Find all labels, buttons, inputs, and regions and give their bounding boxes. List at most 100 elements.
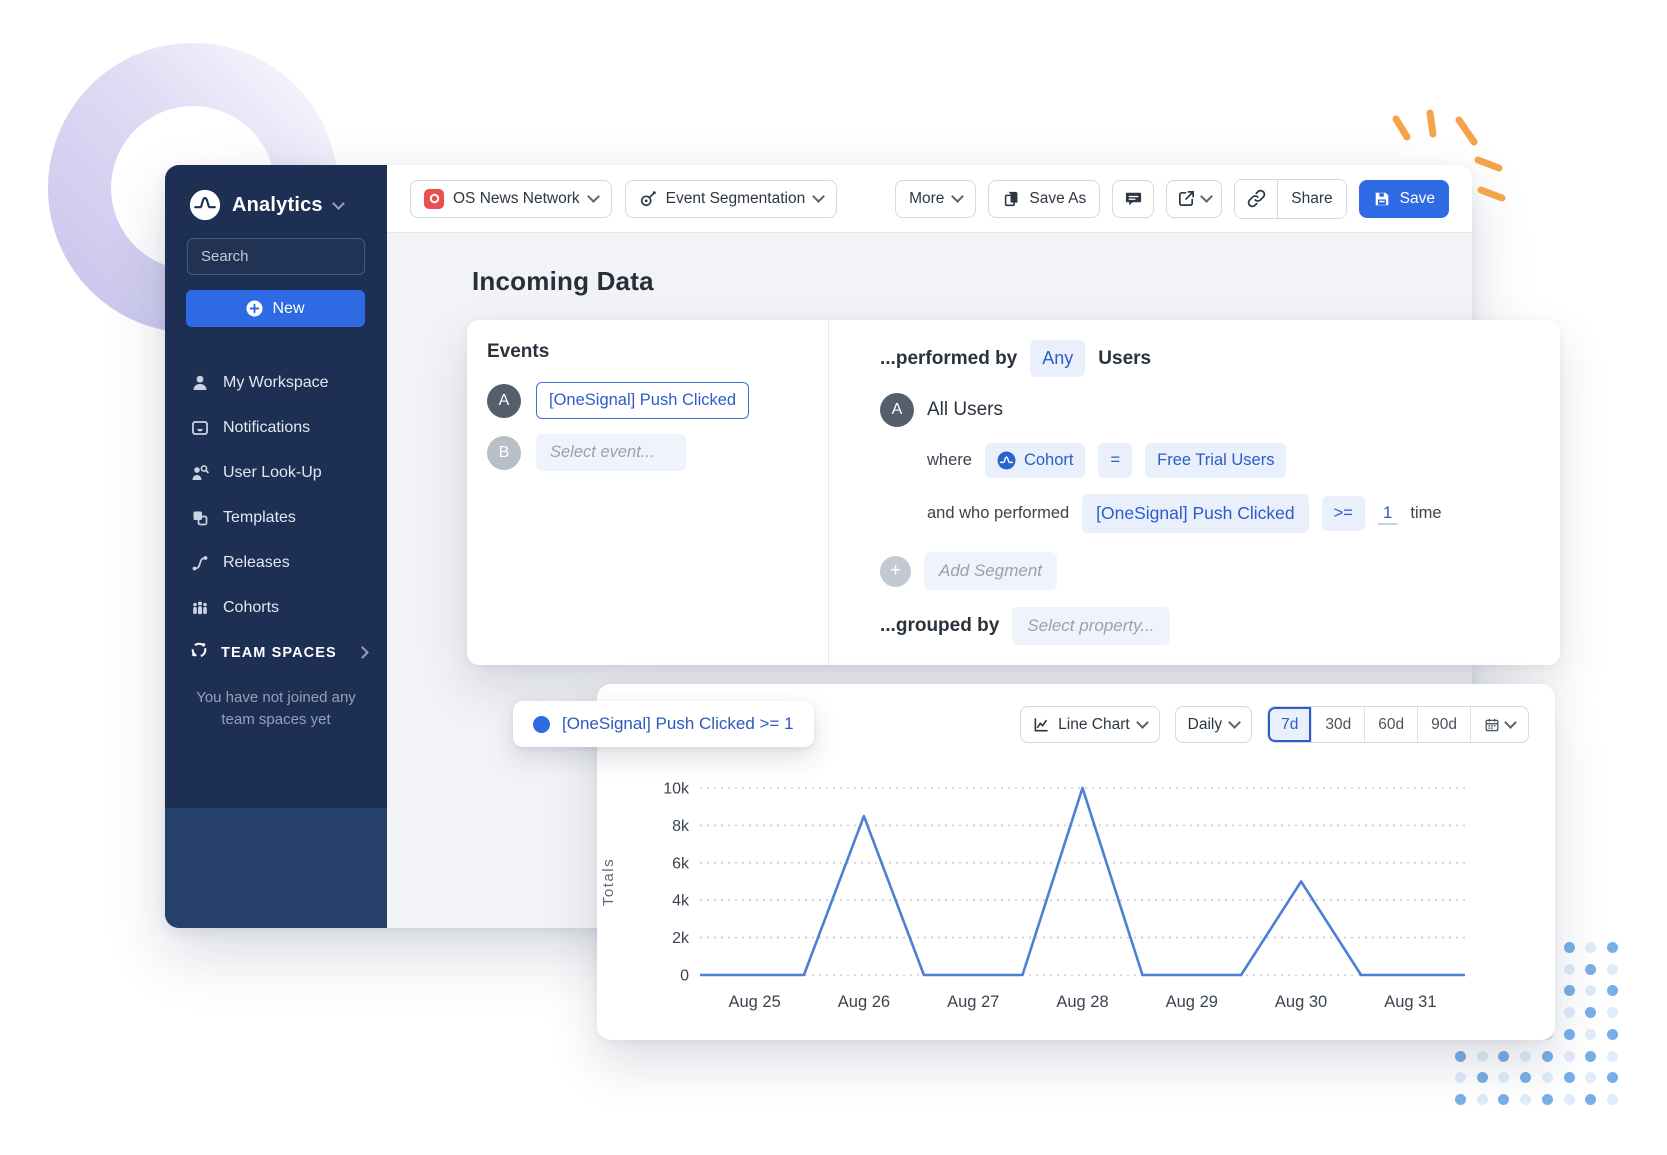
releases-icon	[190, 554, 209, 572]
svg-text:10k: 10k	[663, 781, 690, 798]
add-segment-button[interactable]: Add Segment	[924, 552, 1057, 590]
event-row-b: B Select event...	[487, 434, 808, 471]
sidebar-item-templates[interactable]: Templates	[165, 495, 387, 540]
comment-button[interactable]	[1112, 180, 1154, 218]
export-icon	[1177, 189, 1196, 208]
users-suffix: Users	[1098, 348, 1151, 370]
sidebar-item-my-workspace[interactable]: My Workspace	[165, 360, 387, 405]
search-input[interactable]	[199, 247, 402, 266]
svg-text:0: 0	[680, 968, 689, 985]
range-option-90d[interactable]: 90d	[1418, 707, 1471, 742]
share-button-group: Share	[1234, 179, 1346, 219]
count-value-input[interactable]: 1	[1378, 503, 1397, 525]
svg-text:Aug 28: Aug 28	[1056, 993, 1108, 1011]
user-icon	[190, 374, 209, 392]
performed-by-row: ...performed by Any Users	[880, 340, 1560, 377]
chevron-down-icon	[812, 190, 825, 203]
line-chart-icon	[1033, 716, 1050, 733]
sidebar-search[interactable]	[187, 238, 365, 275]
svg-text:6k: 6k	[672, 855, 690, 872]
sidebar-item-label: Notifications	[223, 419, 310, 437]
segmentation-icon	[639, 190, 657, 208]
events-heading: Events	[487, 341, 808, 363]
segment-panel: ...performed by Any Users A All Users wh…	[829, 320, 1560, 665]
cohort-value-chip[interactable]: Free Trial Users	[1145, 443, 1286, 478]
sidebar-item-label: User Look-Up	[223, 464, 322, 482]
where-label: where	[927, 451, 972, 470]
toolbar-right-group: More Save As	[895, 179, 1449, 219]
sidebar-item-cohorts[interactable]: Cohorts	[165, 585, 387, 630]
sidebar-footer-band	[165, 808, 387, 928]
sidebar-item-label: My Workspace	[223, 374, 329, 392]
cohorts-icon	[190, 599, 209, 617]
chevron-down-icon	[1228, 716, 1241, 729]
sidebar-item-releases[interactable]: Releases	[165, 540, 387, 585]
calendar-icon	[1484, 717, 1500, 733]
share-button[interactable]: Share	[1277, 180, 1345, 218]
app-logo-row[interactable]: Analytics	[189, 189, 343, 221]
sidebar: Analytics New	[165, 165, 387, 928]
where-row: where Cohort = Free Trial Users	[927, 443, 1560, 478]
any-users-chip[interactable]: Any	[1030, 340, 1085, 377]
more-label: More	[909, 190, 944, 208]
svg-text:2k: 2k	[672, 930, 690, 947]
chevron-down-icon	[1136, 716, 1149, 729]
operator-chip[interactable]: =	[1098, 443, 1132, 478]
performed-event-chip[interactable]: [OneSignal] Push Clicked	[1082, 494, 1308, 533]
grouped-by-label: ...grouped by	[880, 615, 999, 637]
svg-text:8k: 8k	[672, 818, 690, 835]
chart-type-button[interactable]: Line Chart	[1020, 706, 1160, 743]
project-selector-button[interactable]: OS News Network	[410, 180, 612, 218]
new-button-label: New	[272, 300, 304, 318]
svg-text:Aug 30: Aug 30	[1275, 993, 1327, 1011]
cohort-icon	[997, 451, 1016, 470]
comparator-chip[interactable]: >=	[1322, 496, 1365, 531]
sidebar-item-team-spaces[interactable]: TEAM SPACES	[165, 630, 387, 675]
new-button[interactable]: New	[186, 290, 365, 327]
copy-icon	[1002, 190, 1020, 208]
add-segment-row: + Add Segment	[880, 552, 1560, 590]
event-row-a: A [OneSignal] Push Clicked	[487, 382, 808, 419]
analytics-logo-icon	[189, 189, 221, 221]
performed-count-row: and who performed [OneSignal] Push Click…	[927, 494, 1560, 533]
grouped-by-select[interactable]: Select property...	[1012, 607, 1169, 645]
svg-text:Aug 25: Aug 25	[728, 993, 780, 1011]
cohort-property-chip[interactable]: Cohort	[985, 443, 1086, 478]
screenshot-canvas: Analytics New	[0, 0, 1667, 1155]
custom-date-range-option[interactable]	[1471, 707, 1528, 742]
event-badge-b: B	[487, 436, 521, 470]
add-segment-plus-icon[interactable]: +	[880, 556, 911, 587]
chevron-down-icon	[332, 197, 345, 210]
chart-legend[interactable]: [OneSignal] Push Clicked >= 1	[513, 701, 814, 747]
save-as-button[interactable]: Save As	[988, 180, 1100, 218]
sidebar-item-user-look-up[interactable]: User Look-Up	[165, 450, 387, 495]
series-color-dot	[533, 716, 550, 733]
export-button[interactable]	[1166, 180, 1222, 218]
copy-link-button[interactable]	[1235, 180, 1277, 218]
toolbar: OS News Network Event Segmentation More	[387, 165, 1472, 233]
event-select-b[interactable]: Select event...	[536, 434, 686, 471]
project-selector-label: OS News Network	[453, 190, 580, 208]
more-button[interactable]: More	[895, 180, 976, 218]
sidebar-item-notifications[interactable]: Notifications	[165, 405, 387, 450]
plus-icon	[246, 300, 263, 317]
range-option-30d[interactable]: 30d	[1312, 707, 1365, 742]
chevron-right-icon	[356, 646, 369, 659]
range-option-60d[interactable]: 60d	[1365, 707, 1418, 742]
analysis-type-label: Event Segmentation	[666, 190, 806, 208]
interval-button[interactable]: Daily	[1175, 706, 1252, 743]
query-builder-card: Events A [OneSignal] Push Clicked B Sele…	[467, 320, 1560, 665]
chevron-down-icon	[587, 190, 600, 203]
interval-label: Daily	[1188, 716, 1222, 734]
inbox-icon	[190, 419, 209, 437]
performed-by-prefix: ...performed by	[880, 348, 1017, 370]
analysis-type-button[interactable]: Event Segmentation	[625, 180, 838, 218]
comment-icon	[1124, 189, 1143, 208]
user-search-icon	[190, 464, 209, 482]
svg-text:Aug 29: Aug 29	[1166, 993, 1218, 1011]
svg-text:Aug 27: Aug 27	[947, 993, 999, 1011]
range-option-7d[interactable]: 7d	[1268, 707, 1312, 742]
svg-text:Aug 26: Aug 26	[838, 993, 890, 1011]
event-select-a[interactable]: [OneSignal] Push Clicked	[536, 382, 749, 419]
date-range-segmented-control: 7d 30d 60d 90d	[1267, 706, 1529, 743]
